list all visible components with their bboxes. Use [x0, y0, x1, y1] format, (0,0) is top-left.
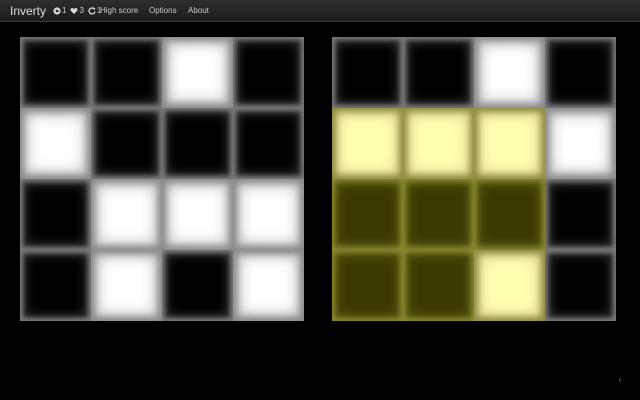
target-board [332, 37, 616, 321]
target-tile-1-1[interactable] [403, 108, 474, 179]
player-tile-1-2[interactable] [162, 108, 233, 179]
target-tile-3-3[interactable] [545, 250, 616, 321]
player-tile-2-0[interactable] [20, 179, 91, 250]
player-tile-3-2[interactable] [162, 250, 233, 321]
nav-high-score[interactable]: High score [100, 0, 138, 22]
target-tile-2-0[interactable] [332, 179, 403, 250]
target-tile-0-0[interactable] [332, 37, 403, 108]
target-tile-1-3[interactable] [545, 108, 616, 179]
moves-stat: 1 [53, 0, 66, 22]
target-tile-0-2[interactable] [474, 37, 545, 108]
app-title[interactable]: Inverty [10, 0, 46, 22]
player-tile-3-1[interactable] [91, 250, 162, 321]
arrow-circle-icon [53, 7, 61, 15]
target-tile-3-1[interactable] [403, 250, 474, 321]
player-tile-2-1[interactable] [91, 179, 162, 250]
player-tile-3-3[interactable] [233, 250, 304, 321]
player-tile-0-1[interactable] [91, 37, 162, 108]
refresh-icon [88, 7, 96, 15]
target-tile-2-1[interactable] [403, 179, 474, 250]
player-tile-3-0[interactable] [20, 250, 91, 321]
target-tile-0-3[interactable] [545, 37, 616, 108]
target-tile-1-0[interactable] [332, 108, 403, 179]
player-tile-0-0[interactable] [20, 37, 91, 108]
player-tile-2-3[interactable] [233, 179, 304, 250]
heart-icon [70, 7, 78, 15]
chevron-left-icon[interactable]: ‹ [614, 374, 626, 386]
lives-stat: 3 [70, 0, 84, 22]
nav-options[interactable]: Options [149, 0, 177, 22]
player-tile-1-1[interactable] [91, 108, 162, 179]
target-tile-2-3[interactable] [545, 179, 616, 250]
target-tile-0-1[interactable] [403, 37, 474, 108]
lives-count: 3 [79, 6, 84, 15]
player-tile-0-2[interactable] [162, 37, 233, 108]
nav-about[interactable]: About [188, 0, 209, 22]
player-board [20, 37, 304, 321]
player-tile-2-2[interactable] [162, 179, 233, 250]
player-tile-1-3[interactable] [233, 108, 304, 179]
moves-count: 1 [62, 6, 67, 15]
target-tile-2-2[interactable] [474, 179, 545, 250]
brand: Inverty 1 3 1 [10, 0, 103, 22]
player-tile-0-3[interactable] [233, 37, 304, 108]
target-tile-3-2[interactable] [474, 250, 545, 321]
target-tile-3-0[interactable] [332, 250, 403, 321]
navbar: Inverty 1 3 1 High score Options About [0, 0, 640, 22]
player-tile-1-0[interactable] [20, 108, 91, 179]
target-tile-1-2[interactable] [474, 108, 545, 179]
